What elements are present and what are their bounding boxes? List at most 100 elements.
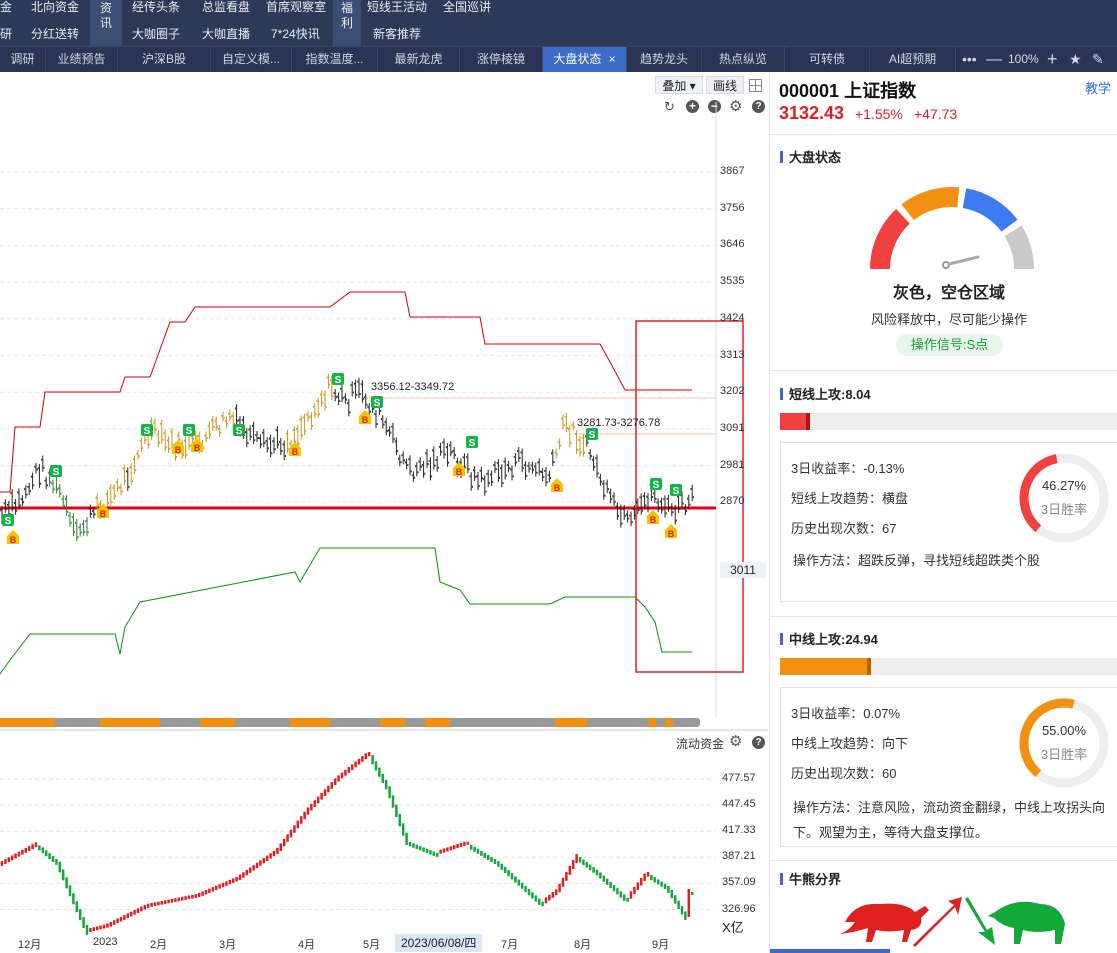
market-state-gauge bbox=[870, 187, 1034, 270]
tab[interactable]: 趋势龙头 bbox=[627, 47, 702, 72]
nav-item[interactable]: 首席观察室 bbox=[266, 0, 326, 15]
bottom-accent-bar bbox=[770, 949, 890, 953]
x-tick-label: 12月 bbox=[18, 939, 42, 951]
y-tick-label: 3535 bbox=[720, 275, 745, 288]
period-strip-segment bbox=[380, 718, 405, 727]
value: -0.13% bbox=[863, 461, 905, 476]
sell-signal-label: S bbox=[469, 438, 476, 449]
buy-signal-label: B bbox=[175, 445, 182, 455]
sub-help-icon[interactable]: ? bbox=[752, 736, 765, 749]
tab[interactable]: 最新龙虎 bbox=[378, 47, 460, 72]
tab[interactable]: 涨停棱镜 bbox=[460, 47, 543, 72]
nav-label: 讯 bbox=[99, 16, 112, 30]
nav-item-welfare[interactable]: 福 利 bbox=[333, 0, 361, 46]
nav-item[interactable]: 分红送转 bbox=[31, 25, 79, 42]
nav-item[interactable]: 金 bbox=[0, 0, 12, 15]
nav-item[interactable]: 北向资金 bbox=[31, 0, 79, 15]
x-tick-label: 3月 bbox=[219, 939, 237, 951]
short-count-row: 历史出现次数：67 bbox=[791, 518, 896, 537]
tab[interactable]: 热点纵览 bbox=[702, 47, 785, 72]
kline-chart-panel: 叠加 ▾ 画线 ↻ + − ⚙ ? SSSSSSSSSSSBBBBBBBBBB … bbox=[0, 72, 768, 953]
edit-icon[interactable]: ✎ bbox=[1092, 47, 1104, 72]
gauge-segment bbox=[901, 187, 960, 221]
sub-settings-icon[interactable]: ⚙ bbox=[729, 732, 742, 750]
buy-signal-label: B bbox=[650, 515, 657, 525]
right-panel: 000001 上证指数 教学 3132.43 +1.55% +47.73 大盘状… bbox=[769, 72, 1117, 953]
section-title-bull-bear: 牛熊分界 bbox=[780, 869, 841, 888]
close-icon[interactable]: × bbox=[609, 52, 616, 66]
more-icon[interactable]: ••• bbox=[962, 47, 977, 72]
y-tick-label: 3756 bbox=[720, 201, 745, 214]
nav-item[interactable]: 7*24快讯 bbox=[271, 25, 320, 42]
tab-bar: 调研 业绩预告 沪深B股 自定义模... 指数温度... 最新龙虎 涨停棱镜 大… bbox=[0, 46, 1117, 72]
tab[interactable]: 可转债 bbox=[785, 47, 870, 72]
tab[interactable]: 指数温度... bbox=[292, 47, 378, 72]
tab[interactable]: 业绩预告 bbox=[46, 47, 118, 72]
market-status-text: 灰色，空仓区域 bbox=[892, 285, 1005, 302]
gauge-segment bbox=[962, 188, 1018, 233]
nav-item[interactable]: 大咖圈子 bbox=[132, 25, 180, 42]
tutorial-link[interactable]: 教学 bbox=[1085, 78, 1111, 97]
short-trend-row: 短线上攻趋势：横盘 bbox=[791, 488, 908, 507]
sell-signal-label: S bbox=[673, 486, 680, 497]
period-strip-segment bbox=[200, 718, 235, 727]
tab[interactable]: 调研 bbox=[0, 47, 46, 72]
y-tick-label: 3424 bbox=[720, 311, 745, 324]
x-tick-label: 2月 bbox=[150, 939, 168, 951]
nav-item[interactable]: 研 bbox=[0, 25, 12, 42]
nav-item[interactable]: 经传头条 bbox=[132, 0, 180, 15]
label: 3日收益率： bbox=[791, 706, 864, 721]
y-tick-label: 2870 bbox=[720, 495, 745, 508]
tab[interactable]: 沪深B股 bbox=[118, 47, 211, 72]
gauge-segment bbox=[870, 209, 911, 270]
period-strip-segment bbox=[0, 718, 55, 727]
label: 3日收益率： bbox=[791, 461, 864, 476]
tab[interactable]: AI超预期 bbox=[870, 47, 956, 72]
sell-signal-label: S bbox=[374, 398, 381, 409]
short-progress-track bbox=[780, 413, 1117, 430]
period-strip-segment bbox=[100, 718, 160, 727]
nav-item[interactable]: 新客推荐 bbox=[373, 25, 421, 42]
value: 横盘 bbox=[882, 491, 909, 506]
tab-market-state[interactable]: 大盘状态 × bbox=[543, 47, 627, 72]
top-navigation: 金 北向资金 资 讯 经传头条 总监看盘 首席观察室 福 利 短线王活动 全国巡… bbox=[0, 0, 1117, 46]
tab[interactable]: 自定义模... bbox=[211, 47, 292, 72]
mid-trend-row: 中线上攻趋势：向下 bbox=[791, 733, 908, 752]
mid-progress-track bbox=[780, 658, 1117, 675]
star-icon[interactable]: ★ bbox=[1069, 47, 1082, 72]
label: 历史出现次数： bbox=[791, 766, 883, 781]
x-tick-label: 2023 bbox=[93, 936, 118, 948]
nav-item[interactable]: 全国巡讲 bbox=[443, 0, 491, 15]
nav-item-news[interactable]: 资 讯 bbox=[90, 0, 122, 46]
period-strip-segment bbox=[665, 718, 673, 727]
sub-y-tick-label: 477.57 bbox=[722, 772, 756, 784]
lower-band-line bbox=[0, 547, 692, 675]
short-card: 3日收益率：-0.13% 短线上攻趋势：横盘 历史出现次数：67 操作方法：超跌… bbox=[780, 442, 1117, 602]
short-progress-fill bbox=[780, 413, 811, 430]
value: 67 bbox=[882, 521, 897, 536]
zoom-out-icon[interactable]: — bbox=[986, 47, 1002, 72]
main-chart-svg[interactable]: SSS S SSSSSSSBBB B BBBBBB bbox=[0, 72, 768, 953]
zoom-in-icon[interactable]: + bbox=[1047, 47, 1058, 72]
nav-label: 资 bbox=[99, 1, 112, 15]
period-strip-segment bbox=[425, 718, 450, 727]
nav-item[interactable]: 大咖直播 bbox=[202, 25, 250, 42]
label: 短线上攻趋势： bbox=[791, 491, 883, 506]
buy-signal-label: B bbox=[456, 467, 463, 477]
y-tick-label: 3202 bbox=[720, 385, 745, 398]
price: 3132.43 bbox=[779, 103, 845, 123]
x-tick-label: 5月 bbox=[363, 939, 381, 951]
nav-item[interactable]: 总监看盘 bbox=[202, 0, 250, 15]
buy-signal-label: B bbox=[554, 483, 561, 493]
x-tick-label: 7月 bbox=[501, 939, 519, 951]
sub-y-tick-label: 417.33 bbox=[722, 824, 756, 837]
annotation-label-1: 3356.12-3349.72 bbox=[371, 381, 455, 393]
zoom-level: 100% bbox=[1008, 52, 1039, 66]
nav-item[interactable]: 短线王活动 bbox=[367, 0, 427, 15]
buy-signal-label: B bbox=[194, 443, 201, 453]
change-percent: +1.55% bbox=[855, 106, 903, 122]
mid-method: 操作方法：注意风险，流动资金翻绿，中线上攻拐头向下。观望为主，等待大盘支撑位。 bbox=[793, 800, 1106, 840]
bear-icon bbox=[988, 901, 1065, 944]
mid-count-row: 历史出现次数：60 bbox=[791, 763, 896, 782]
mid-winrate-label: 3日胜率 bbox=[1040, 747, 1088, 762]
